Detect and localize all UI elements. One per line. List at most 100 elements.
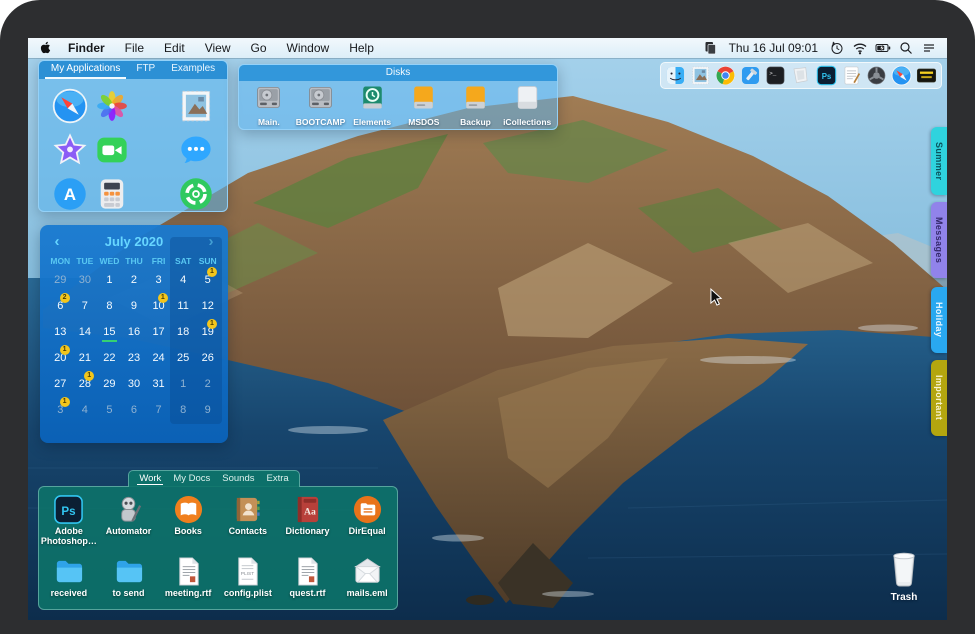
menu-clock[interactable]: Thu 16 Jul 09:01	[725, 41, 822, 55]
notification-list-icon[interactable]	[920, 40, 937, 57]
item-received[interactable]: received	[39, 556, 99, 611]
app-icon-messages[interactable]	[177, 131, 215, 169]
apps-tab-examples[interactable]: Examples	[165, 61, 221, 79]
calendar-day[interactable]: 8	[97, 294, 122, 320]
item-to-send[interactable]: to send	[99, 556, 159, 611]
wifi-icon[interactable]	[851, 40, 868, 57]
calendar-day[interactable]: 22	[97, 346, 122, 372]
app-icon-photos[interactable]	[93, 87, 131, 125]
app-icon-calculator[interactable]	[93, 175, 131, 212]
side-tab-holiday[interactable]: Holiday	[931, 287, 947, 353]
docs-tab-my-docs[interactable]: My Docs	[171, 473, 212, 485]
calendar-day[interactable]: 31	[146, 372, 171, 398]
menu-item-help[interactable]: Help	[340, 38, 383, 58]
disks-panel-title[interactable]: Disks	[239, 65, 557, 81]
calendar-day[interactable]: 16	[122, 320, 147, 346]
tray-icon-safari[interactable]	[891, 65, 912, 86]
timemachine-clock-icon[interactable]	[828, 40, 845, 57]
menu-item-window[interactable]: Window	[278, 38, 339, 58]
calendar-day[interactable]: 2	[122, 268, 147, 294]
calendar-day[interactable]: 12	[195, 294, 220, 320]
tray-icon-photoshop[interactable]: Ps	[816, 65, 837, 86]
calendar-day[interactable]: 17	[146, 320, 171, 346]
calendar-day[interactable]: 101	[146, 294, 171, 320]
calendar-day[interactable]: 51	[195, 268, 220, 294]
item-direqual[interactable]: DirEqual	[337, 494, 397, 549]
calendar-prev-button[interactable]: ‹	[48, 233, 66, 250]
tray-icon-mail[interactable]	[690, 65, 711, 86]
calendar-day[interactable]: 62	[48, 294, 73, 320]
menu-item-edit[interactable]: Edit	[155, 38, 194, 58]
calendar-day[interactable]: 3	[146, 268, 171, 294]
calendar-day[interactable]: 5	[97, 398, 122, 424]
item-automator[interactable]: Automator	[99, 494, 159, 549]
calendar-day[interactable]: 201	[48, 346, 73, 372]
disk-msdos[interactable]: MSDOS	[398, 84, 450, 127]
calendar-day[interactable]: 27	[48, 372, 73, 398]
tray-icon-xcode[interactable]	[740, 65, 761, 86]
menu-item-go[interactable]: Go	[242, 38, 276, 58]
docs-tab-work[interactable]: Work	[137, 473, 163, 485]
calendar-day[interactable]: 21	[73, 346, 98, 372]
tray-icon-stickies[interactable]	[790, 65, 811, 86]
calendar-day[interactable]: 30	[122, 372, 147, 398]
tray-icon-terminal[interactable]: >_	[765, 65, 786, 86]
app-icon-facetime[interactable]	[93, 131, 131, 169]
calendar-day[interactable]: 9	[122, 294, 147, 320]
tray-icon-warning-sticker[interactable]	[916, 65, 937, 86]
calendar-day[interactable]: 191	[195, 320, 220, 346]
apple-menu-icon[interactable]	[38, 40, 53, 57]
calendar-day[interactable]: 23	[122, 346, 147, 372]
calendar-day[interactable]: 18	[171, 320, 196, 346]
calendar-day[interactable]: 6	[122, 398, 147, 424]
app-icon-appstore[interactable]: A	[51, 175, 89, 212]
docs-tab-sounds[interactable]: Sounds	[220, 473, 256, 485]
calendar-day[interactable]: 11	[171, 294, 196, 320]
calendar-day[interactable]: 7	[73, 294, 98, 320]
disk-backup[interactable]: Backup	[450, 84, 502, 127]
item-meeting-rtf[interactable]: meeting.rtf	[158, 556, 218, 611]
search-icon[interactable]	[897, 40, 914, 57]
apps-tab-ftp[interactable]: FTP	[130, 61, 161, 79]
calendar-day[interactable]: 8	[171, 398, 196, 424]
calendar-day[interactable]: 13	[48, 320, 73, 346]
item-books[interactable]: Books	[158, 494, 218, 549]
calendar-day[interactable]: 1	[97, 268, 122, 294]
disk-main[interactable]: Main.	[243, 84, 295, 127]
calendar-day[interactable]: 4	[73, 398, 98, 424]
collections-pages-icon[interactable]	[702, 40, 719, 57]
calendar-day[interactable]: 9	[195, 398, 220, 424]
app-icon-imovie[interactable]	[51, 131, 89, 169]
calendar-day[interactable]: 7	[146, 398, 171, 424]
calendar-day[interactable]: 4	[171, 268, 196, 294]
menu-item-finder[interactable]: Finder	[59, 38, 114, 58]
calendar-day[interactable]: 25	[171, 346, 196, 372]
app-icon-findmy[interactable]	[177, 175, 215, 212]
tray-icon-textedit[interactable]	[841, 65, 862, 86]
calendar-day[interactable]: 24	[146, 346, 171, 372]
calendar-day[interactable]: 26	[195, 346, 220, 372]
app-icon-safari[interactable]	[51, 87, 89, 125]
apps-tab-my-applications[interactable]: My Applications	[45, 61, 126, 79]
tray-icon-chrome[interactable]	[715, 65, 736, 86]
battery-charging-icon[interactable]	[874, 40, 891, 57]
calendar-day[interactable]: 30	[73, 268, 98, 294]
disk-icollections[interactable]: iCollections	[501, 84, 553, 127]
menu-item-file[interactable]: File	[116, 38, 153, 58]
item-config-plist[interactable]: PLISTconfig.plist	[218, 556, 278, 611]
calendar-day[interactable]: 14	[73, 320, 98, 346]
item-adobe-photoshop[interactable]: PsAdobe Photoshop…	[39, 494, 99, 549]
calendar-day[interactable]: 2	[195, 372, 220, 398]
menu-item-view[interactable]: View	[196, 38, 240, 58]
side-tab-messages[interactable]: Messages	[931, 202, 947, 278]
tray-icon-finder[interactable]	[665, 65, 686, 86]
tray-icon-wheel[interactable]	[866, 65, 887, 86]
calendar-day[interactable]: 29	[97, 372, 122, 398]
disk-elements[interactable]: Elements	[346, 84, 398, 127]
calendar-day[interactable]: 15	[97, 320, 122, 346]
calendar-day[interactable]: 281	[73, 372, 98, 398]
app-icon-mail[interactable]	[177, 87, 215, 125]
side-tab-important[interactable]: Important	[931, 360, 947, 436]
calendar-day[interactable]: 29	[48, 268, 73, 294]
item-contacts[interactable]: Contacts	[218, 494, 278, 549]
